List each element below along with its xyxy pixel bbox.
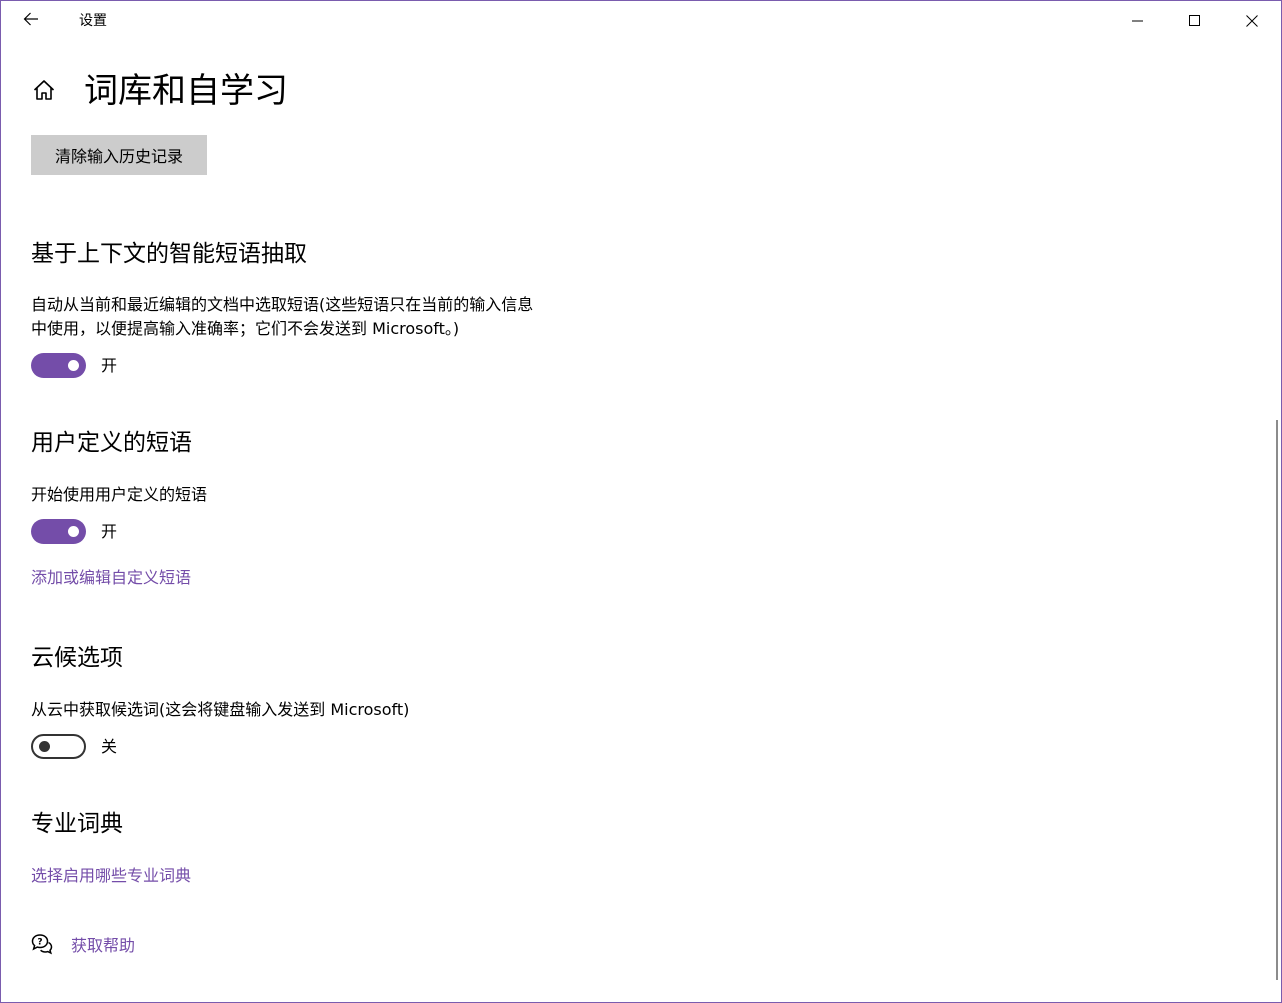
smart-phrase-description-line-2: 中使用，以便提高输入准确率；它们不会发送到 Microsoft。)	[31, 319, 460, 338]
back-arrow-icon	[23, 11, 39, 31]
page-title: 词库和自学习	[84, 71, 288, 111]
chat-help-icon: ?	[31, 933, 53, 955]
close-button[interactable]	[1224, 0, 1280, 42]
dictionaries-heading: 专业词典	[31, 811, 123, 837]
smart-phrase-toggle[interactable]	[31, 353, 86, 378]
get-help-row[interactable]: ? 获取帮助	[31, 930, 135, 958]
user-phrases-heading: 用户定义的短语	[31, 430, 192, 456]
home-icon	[32, 78, 56, 106]
maximize-button[interactable]	[1167, 0, 1223, 42]
minimize-icon	[1132, 12, 1144, 31]
smart-phrase-description-line-1: 自动从当前和最近编辑的文档中选取短语(这些短语只在当前的输入信息	[31, 295, 534, 314]
minimize-button[interactable]	[1110, 0, 1166, 42]
title-bar: 设置	[0, 0, 1282, 42]
get-help-link: 获取帮助	[71, 936, 136, 955]
home-button[interactable]	[30, 78, 58, 106]
back-button[interactable]	[14, 4, 48, 38]
toggle-knob	[68, 360, 79, 371]
edit-custom-phrases-link[interactable]: 添加或编辑自定义短语	[31, 566, 191, 590]
cloud-candidates-toggle-state: 关	[101, 737, 118, 756]
vertical-scrollbar[interactable]	[1276, 420, 1278, 980]
window-title: 设置	[79, 13, 107, 29]
smart-phrase-heading: 基于上下文的智能短语抽取	[31, 241, 307, 267]
clear-input-history-button[interactable]: 清除输入历史记录	[31, 135, 207, 175]
cloud-candidates-toggle[interactable]	[31, 734, 86, 759]
toggle-knob	[39, 741, 50, 752]
toggle-knob	[68, 526, 79, 537]
close-icon	[1246, 12, 1258, 31]
maximize-icon	[1189, 12, 1201, 31]
smart-phrase-toggle-state: 开	[101, 356, 118, 375]
user-phrases-description: 开始使用用户定义的短语	[31, 485, 208, 504]
user-phrases-toggle-state: 开	[101, 522, 118, 541]
svg-text:?: ?	[37, 938, 42, 948]
user-phrases-toggle[interactable]	[31, 519, 86, 544]
cloud-candidates-heading: 云候选项	[31, 645, 123, 671]
cloud-candidates-description: 从云中获取候选词(这会将键盘输入发送到 Microsoft)	[31, 700, 410, 719]
choose-dictionaries-link[interactable]: 选择启用哪些专业词典	[31, 864, 191, 888]
